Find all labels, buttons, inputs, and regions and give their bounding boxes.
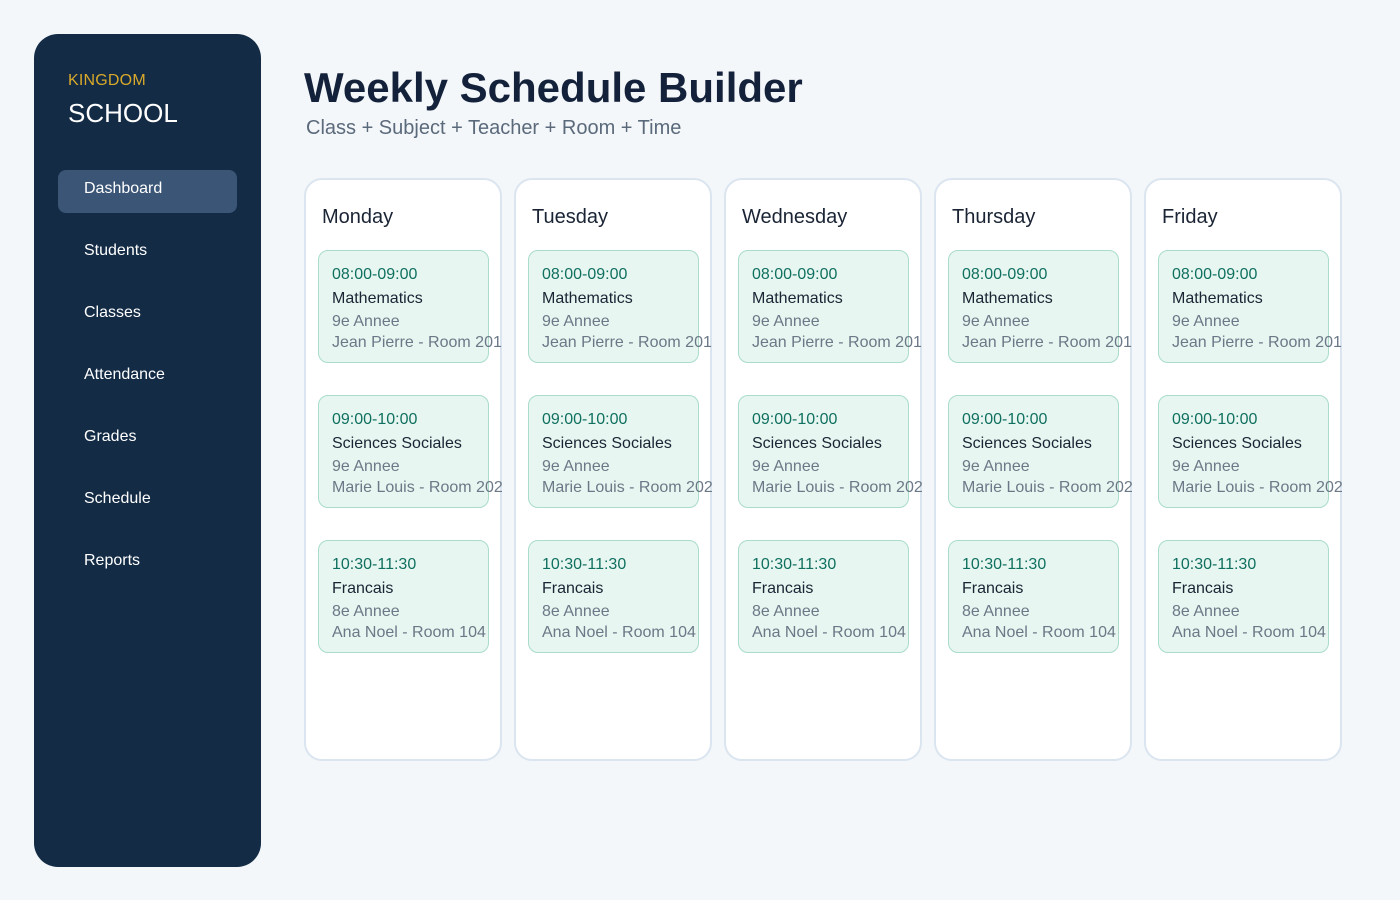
day-column-friday: Friday 08:00-09:00 Mathematics 9e Annee … bbox=[1144, 178, 1343, 761]
schedule-slot[interactable]: 10:30-11:30 Francais 8e Annee Ana Noel -… bbox=[1158, 540, 1329, 653]
slot-time: 10:30-11:30 bbox=[752, 556, 837, 573]
schedule-slot[interactable]: 10:30-11:30 Francais 8e Annee Ana Noel -… bbox=[318, 540, 489, 653]
slot-subject: Francais bbox=[1172, 580, 1234, 597]
schedule-slot[interactable]: 09:00-10:00 Sciences Sociales 9e Annee M… bbox=[1158, 395, 1343, 508]
slot-time: 10:30-11:30 bbox=[962, 556, 1047, 573]
schedule-slot[interactable]: 08:00-09:00 Mathematics 9e Annee Jean Pi… bbox=[528, 250, 712, 363]
slot-time: 09:00-10:00 bbox=[752, 411, 838, 428]
slot-teacher-room: Ana Noel - Room 104 bbox=[542, 624, 696, 641]
page-subtitle: Class + Subject + Teacher + Room + Time bbox=[306, 117, 682, 139]
slot-class: 9e Annee bbox=[1172, 313, 1240, 330]
day-column-wednesday: Wednesday 08:00-09:00 Mathematics 9e Ann… bbox=[724, 178, 923, 761]
slot-subject: Francais bbox=[752, 580, 814, 597]
sidebar-item-grades[interactable]: Grades bbox=[58, 418, 237, 461]
slot-class: 9e Annee bbox=[962, 458, 1030, 475]
slot-class: 9e Annee bbox=[332, 313, 400, 330]
slot-class: 9e Annee bbox=[752, 458, 820, 475]
schedule-slot[interactable]: 08:00-09:00 Mathematics 9e Annee Jean Pi… bbox=[948, 250, 1132, 363]
schedule-slot[interactable]: 08:00-09:00 Mathematics 9e Annee Jean Pi… bbox=[318, 250, 502, 363]
slot-time: 09:00-10:00 bbox=[1172, 411, 1258, 428]
slot-subject: Sciences Sociales bbox=[962, 435, 1092, 452]
schedule-slot[interactable]: 10:30-11:30 Francais 8e Annee Ana Noel -… bbox=[948, 540, 1119, 653]
schedule-slot[interactable]: 10:30-11:30 Francais 8e Annee Ana Noel -… bbox=[528, 540, 699, 653]
slot-teacher-room: Marie Louis - Room 202 bbox=[752, 479, 923, 496]
slot-subject: Mathematics bbox=[332, 290, 423, 307]
slot-teacher-room: Marie Louis - Room 202 bbox=[542, 479, 713, 496]
slot-teacher-room: Jean Pierre - Room 201 bbox=[962, 334, 1132, 351]
slot-time: 10:30-11:30 bbox=[332, 556, 417, 573]
slot-class: 8e Annee bbox=[542, 603, 610, 620]
slot-time: 09:00-10:00 bbox=[962, 411, 1048, 428]
slot-subject: Mathematics bbox=[752, 290, 843, 307]
slot-class: 8e Annee bbox=[752, 603, 820, 620]
brand-kingdom: KINGDOM bbox=[68, 72, 146, 89]
day-name: Wednesday bbox=[742, 206, 848, 228]
slot-class: 9e Annee bbox=[332, 458, 400, 475]
brand-school: SCHOOL bbox=[68, 98, 178, 128]
slot-subject: Sciences Sociales bbox=[752, 435, 882, 452]
slot-teacher-room: Jean Pierre - Room 201 bbox=[1172, 334, 1342, 351]
slot-class: 8e Annee bbox=[1172, 603, 1240, 620]
slot-teacher-room: Marie Louis - Room 202 bbox=[332, 479, 503, 496]
sidebar-item-students[interactable]: Students bbox=[58, 232, 237, 275]
schedule-slot[interactable]: 08:00-09:00 Mathematics 9e Annee Jean Pi… bbox=[1158, 250, 1342, 363]
slot-teacher-room: Jean Pierre - Room 201 bbox=[332, 334, 502, 351]
day-name: Friday bbox=[1162, 206, 1218, 228]
schedule-slot[interactable]: 09:00-10:00 Sciences Sociales 9e Annee M… bbox=[318, 395, 503, 508]
day-name: Tuesday bbox=[532, 206, 608, 228]
sidebar-item-dashboard[interactable]: Dashboard bbox=[58, 170, 237, 213]
slot-time: 10:30-11:30 bbox=[1172, 556, 1257, 573]
slot-subject: Francais bbox=[332, 580, 394, 597]
sidebar-item-attendance[interactable]: Attendance bbox=[58, 356, 237, 399]
page-title: Weekly Schedule Builder bbox=[304, 64, 803, 111]
slot-time: 08:00-09:00 bbox=[542, 266, 628, 283]
slot-subject: Francais bbox=[542, 580, 604, 597]
slot-subject: Sciences Sociales bbox=[1172, 435, 1302, 452]
schedule-slot[interactable]: 09:00-10:00 Sciences Sociales 9e Annee M… bbox=[738, 395, 923, 508]
slot-subject: Mathematics bbox=[1172, 290, 1263, 307]
sidebar: KINGDOM SCHOOL Dashboard Students Classe… bbox=[34, 34, 261, 867]
slot-time: 09:00-10:00 bbox=[332, 411, 418, 428]
slot-time: 08:00-09:00 bbox=[332, 266, 418, 283]
slot-subject: Sciences Sociales bbox=[332, 435, 462, 452]
slot-teacher-room: Ana Noel - Room 104 bbox=[752, 624, 906, 641]
slot-class: 9e Annee bbox=[752, 313, 820, 330]
schedule-slot[interactable]: 10:30-11:30 Francais 8e Annee Ana Noel -… bbox=[738, 540, 909, 653]
day-name: Thursday bbox=[952, 206, 1036, 228]
slot-class: 8e Annee bbox=[962, 603, 1030, 620]
slot-class: 9e Annee bbox=[1172, 458, 1240, 475]
slot-time: 10:30-11:30 bbox=[542, 556, 627, 573]
slot-class: 8e Annee bbox=[332, 603, 400, 620]
slot-class: 9e Annee bbox=[962, 313, 1030, 330]
slot-teacher-room: Marie Louis - Room 202 bbox=[1172, 479, 1343, 496]
slot-class: 9e Annee bbox=[542, 458, 610, 475]
slot-subject: Mathematics bbox=[542, 290, 633, 307]
slot-subject: Mathematics bbox=[962, 290, 1053, 307]
day-column-monday: Monday 08:00-09:00 Mathematics 9e Annee … bbox=[304, 178, 503, 761]
slot-teacher-room: Ana Noel - Room 104 bbox=[962, 624, 1116, 641]
sidebar-item-reports[interactable]: Reports bbox=[58, 542, 237, 585]
slot-time: 09:00-10:00 bbox=[542, 411, 628, 428]
schedule-slot[interactable]: 09:00-10:00 Sciences Sociales 9e Annee M… bbox=[948, 395, 1133, 508]
slot-time: 08:00-09:00 bbox=[1172, 266, 1258, 283]
slot-teacher-room: Marie Louis - Room 202 bbox=[962, 479, 1133, 496]
slot-class: 9e Annee bbox=[542, 313, 610, 330]
day-name: Monday bbox=[322, 206, 394, 228]
slot-time: 08:00-09:00 bbox=[962, 266, 1048, 283]
slot-teacher-room: Jean Pierre - Room 201 bbox=[752, 334, 922, 351]
schedule-slot[interactable]: 08:00-09:00 Mathematics 9e Annee Jean Pi… bbox=[738, 250, 922, 363]
slot-subject: Francais bbox=[962, 580, 1024, 597]
day-column-thursday: Thursday 08:00-09:00 Mathematics 9e Anne… bbox=[934, 178, 1133, 761]
schedule-slot[interactable]: 09:00-10:00 Sciences Sociales 9e Annee M… bbox=[528, 395, 713, 508]
sidebar-nav: Dashboard Students Classes Attendance Gr… bbox=[58, 170, 237, 604]
sidebar-item-schedule[interactable]: Schedule bbox=[58, 480, 237, 523]
day-column-tuesday: Tuesday 08:00-09:00 Mathematics 9e Annee… bbox=[514, 178, 713, 761]
slot-subject: Sciences Sociales bbox=[542, 435, 672, 452]
slot-time: 08:00-09:00 bbox=[752, 266, 838, 283]
slot-teacher-room: Ana Noel - Room 104 bbox=[332, 624, 486, 641]
slot-teacher-room: Jean Pierre - Room 201 bbox=[542, 334, 712, 351]
sidebar-item-classes[interactable]: Classes bbox=[58, 294, 237, 337]
slot-teacher-room: Ana Noel - Room 104 bbox=[1172, 624, 1326, 641]
